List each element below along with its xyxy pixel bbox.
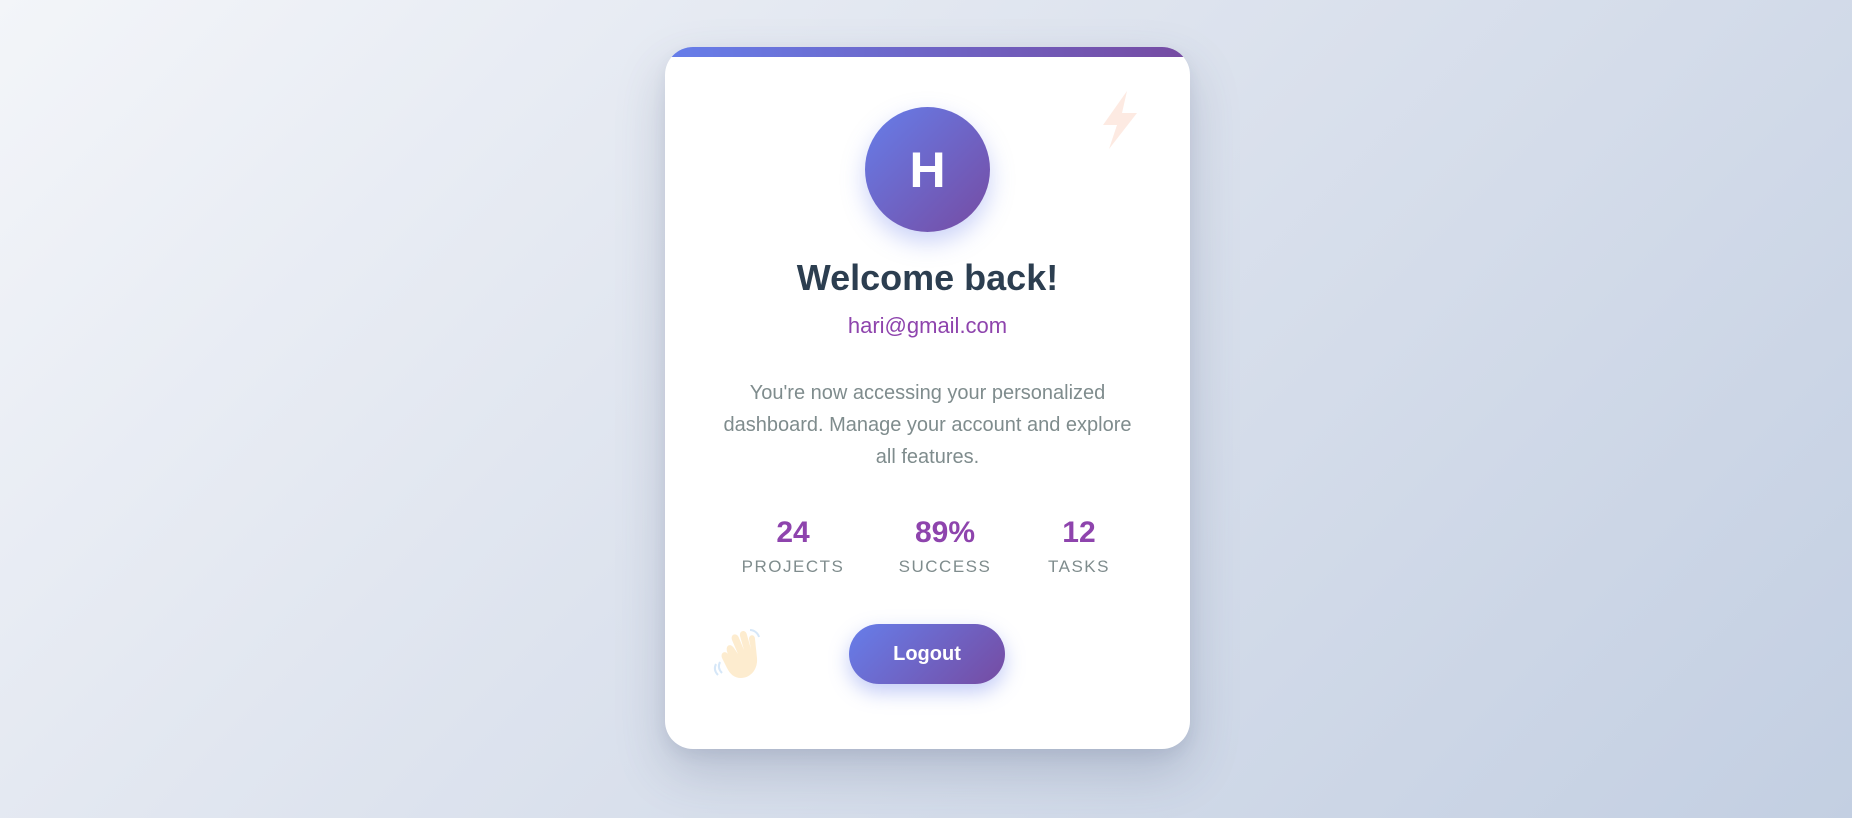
welcome-description: You're now accessing your personalized d… [723,382,1132,468]
card-accent-bar [665,47,1190,57]
stat-value: 89% [914,516,976,549]
stat-value: 24 [776,516,810,549]
user-email: hari@gmail.com [847,313,1008,338]
page-title: Welcome back! [796,257,1059,298]
avatar-initial: H [909,141,946,198]
stat-success: 89% Success [899,515,992,577]
stat-value: 12 [1062,516,1096,549]
stat-label: Projects [741,557,845,576]
stat-label: Tasks [1048,557,1110,576]
lightning-bolt-icon [1103,91,1137,149]
waving-hand-icon [713,629,760,678]
logout-button[interactable]: Logout [849,624,1005,684]
stat-label: Success [898,557,992,576]
stats-row: 24 Projects 89% Success 12 Tasks [665,515,1190,585]
welcome-card: H Welcome back! hari@gmail.com You're no… [665,47,1190,749]
stat-tasks: 12 Tasks [1048,515,1110,577]
avatar: H [865,107,990,232]
stat-projects: 24 Projects [742,515,845,577]
